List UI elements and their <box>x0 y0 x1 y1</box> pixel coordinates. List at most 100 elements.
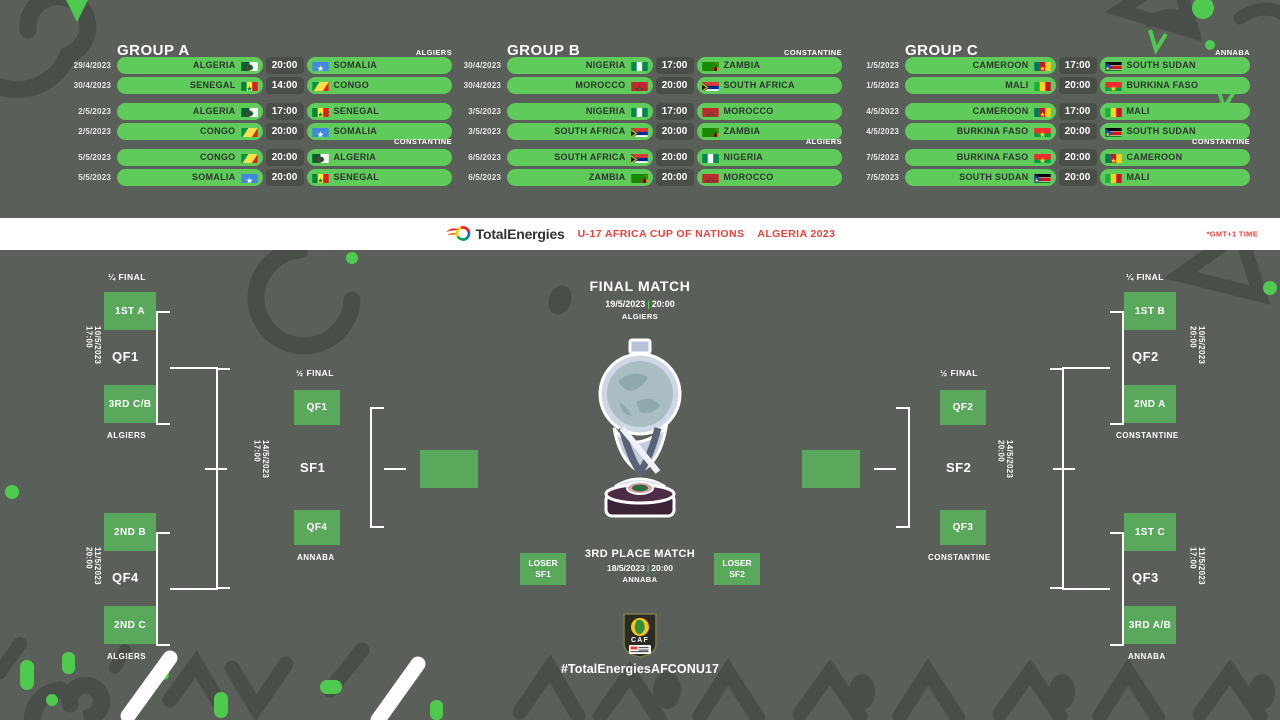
flag-nigeria <box>701 152 719 163</box>
away-team-name: MALI <box>1126 106 1150 116</box>
match-row[interactable]: 4/5/2023 CAMEROON 17:00 MALI <box>850 102 1250 120</box>
third-place-info: 3RD PLACE MATCH 18/5/2023 | 20:00 ANNABA <box>578 548 702 584</box>
home-team[interactable]: BURKINA FASO <box>905 148 1056 166</box>
away-team[interactable]: NIGERIA <box>696 148 842 166</box>
flag-senegal <box>311 106 329 117</box>
home-team[interactable]: ALGERIA <box>117 102 263 120</box>
match-row[interactable]: 29/4/2023 ALGERIA 20:00 SOMALIA <box>62 56 452 74</box>
home-team[interactable]: CAMEROON <box>905 102 1056 120</box>
home-team[interactable]: ALGERIA <box>117 56 263 74</box>
away-team[interactable]: BURKINA FASO <box>1099 76 1250 94</box>
flag-nigeria <box>630 106 648 117</box>
away-team[interactable]: SOUTH SUDAN <box>1099 56 1250 74</box>
flag-morocco <box>630 80 648 91</box>
qf4-slot-top[interactable]: 2ND B <box>104 513 156 551</box>
away-team[interactable]: SENEGAL <box>306 102 452 120</box>
qf1-slot-top[interactable]: 1ST A <box>104 292 156 330</box>
away-team[interactable]: SOMALIA <box>306 56 452 74</box>
match-row[interactable]: 30/4/2023 SENEGAL 14:00 CONGO <box>62 76 452 94</box>
home-team[interactable]: ZAMBIA <box>507 168 653 186</box>
match-row[interactable]: 7/5/2023 SOUTH SUDAN 20:00 MALI <box>850 168 1250 186</box>
away-team[interactable]: ZAMBIA <box>696 56 842 74</box>
match-row[interactable]: 5/5/2023 CONGO 20:00 ALGERIA <box>62 148 452 166</box>
sf1-slot-bottom[interactable]: QF4 <box>294 510 340 545</box>
third-place-right-slot[interactable]: LOSER SF2 <box>714 553 760 585</box>
home-team[interactable]: BURKINA FASO <box>905 122 1056 140</box>
home-team[interactable]: SOUTH AFRICA <box>507 122 653 140</box>
home-team[interactable]: MALI <box>905 76 1056 94</box>
svg-text:CAF: CAF <box>631 637 649 644</box>
home-team[interactable]: CAMEROON <box>905 56 1056 74</box>
home-team[interactable]: MOROCCO <box>507 76 653 94</box>
home-team-name: BURKINA FASO <box>956 152 1029 162</box>
sf2-slot-bottom[interactable]: QF3 <box>940 510 986 545</box>
flag-algeria <box>240 60 258 71</box>
match-date: 29/4/2023 <box>73 60 111 70</box>
match-time: 17:00 <box>1058 102 1097 120</box>
third-place-venue: ANNABA <box>622 575 658 584</box>
away-team[interactable]: ALGERIA <box>306 148 452 166</box>
flag-mali <box>1104 106 1122 117</box>
away-team[interactable]: MALI <box>1099 168 1250 186</box>
home-team[interactable]: CONGO <box>117 148 263 166</box>
away-team[interactable]: CONGO <box>306 76 452 94</box>
home-team[interactable]: SOMALIA <box>117 168 263 186</box>
flag-south-sudan <box>1104 60 1122 71</box>
match-row[interactable]: 6/5/2023 SOUTH AFRICA 20:00 NIGERIA <box>452 148 842 166</box>
finalist-left-box[interactable] <box>420 450 478 488</box>
match-row[interactable]: 5/5/2023 SOMALIA 20:00 SENEGAL <box>62 168 452 186</box>
third-place-left-slot[interactable]: LOSER SF1 <box>520 553 566 585</box>
qf4-date: 11/5/2023 <box>92 547 102 585</box>
flag-congo <box>311 80 329 91</box>
qf2-tie-label: QF2 <box>1132 349 1159 364</box>
away-team[interactable]: CAMEROON <box>1099 148 1250 166</box>
match-time: 20:00 <box>265 168 304 186</box>
sf1-slot-top[interactable]: QF1 <box>294 390 340 425</box>
flag-algeria <box>311 152 329 163</box>
home-team[interactable]: NIGERIA <box>507 56 653 74</box>
qf3-connector <box>1110 532 1124 646</box>
match-row[interactable]: 6/5/2023 ZAMBIA 20:00 MOROCCO <box>452 168 842 186</box>
away-team[interactable]: MOROCCO <box>696 102 842 120</box>
match-row[interactable]: 1/5/2023 CAMEROON 17:00 SOUTH SUDAN <box>850 56 1250 74</box>
match-date: 1/5/2023 <box>866 80 899 90</box>
third-place-section: LOSER SF1 3RD PLACE MATCH 18/5/2023 | 20:0… <box>520 548 760 594</box>
match-row[interactable]: 1/5/2023 MALI 20:00 BURKINA FASO <box>850 76 1250 94</box>
sf2-time: 20:00 <box>996 440 1006 462</box>
match-row[interactable]: 3/5/2023 NIGERIA 17:00 MOROCCO <box>452 102 842 120</box>
away-team[interactable]: MOROCCO <box>696 168 842 186</box>
match-time: 20:00 <box>265 56 304 74</box>
match-row[interactable]: 4/5/2023 BURKINA FASO 20:00 SOUTH SUDAN <box>850 122 1250 140</box>
match-row[interactable]: 3/5/2023 SOUTH AFRICA 20:00 ZAMBIA <box>452 122 842 140</box>
match-row[interactable]: 2/5/2023 ALGERIA 17:00 SENEGAL <box>62 102 452 120</box>
home-team[interactable]: CONGO <box>117 122 263 140</box>
third-left-line2: SF1 <box>535 569 551 579</box>
qf3-slot-top[interactable]: 1ST C <box>1124 513 1176 551</box>
qf3-slot-bottom[interactable]: 3RD A/B <box>1124 606 1176 644</box>
group-b-rounds: 30/4/2023 NIGERIA 17:00 ZAMBIA 30/4/2023 <box>452 56 842 188</box>
qf2-slot-top[interactable]: 1ST B <box>1124 292 1176 330</box>
qf4-slot-bottom[interactable]: 2ND C <box>104 606 156 644</box>
match-row[interactable]: 30/4/2023 MOROCCO 20:00 SOUTH AFRICA <box>452 76 842 94</box>
match-row[interactable]: 7/5/2023 BURKINA FASO 20:00 CAMEROON <box>850 148 1250 166</box>
finalist-right-box[interactable] <box>802 450 860 488</box>
away-team-name: MOROCCO <box>723 106 774 116</box>
home-team[interactable]: SOUTH SUDAN <box>905 168 1056 186</box>
trophy-illustration <box>598 338 682 518</box>
home-team[interactable]: NIGERIA <box>507 102 653 120</box>
group-stage-section: GROUP A ALGIERS 29/4/2023 ALGERIA 20:00 … <box>0 0 1280 218</box>
away-team[interactable]: SENEGAL <box>306 168 452 186</box>
qf4-time: 20:00 <box>84 547 94 569</box>
home-team[interactable]: SOUTH AFRICA <box>507 148 653 166</box>
flag-zambia <box>630 172 648 183</box>
flag-burkina-faso <box>1033 152 1051 163</box>
flag-mali <box>1033 80 1051 91</box>
home-team[interactable]: SENEGAL <box>117 76 263 94</box>
match-row[interactable]: 30/4/2023 NIGERIA 17:00 ZAMBIA <box>452 56 842 74</box>
sf2-slot-top[interactable]: QF2 <box>940 390 986 425</box>
qf1-slot-bottom[interactable]: 3RD C/B <box>104 385 156 423</box>
away-team[interactable]: SOUTH AFRICA <box>696 76 842 94</box>
away-team[interactable]: MALI <box>1099 102 1250 120</box>
qf2-slot-bottom[interactable]: 2ND A <box>1124 385 1176 423</box>
sf1-tie-label: SF1 <box>300 460 326 475</box>
